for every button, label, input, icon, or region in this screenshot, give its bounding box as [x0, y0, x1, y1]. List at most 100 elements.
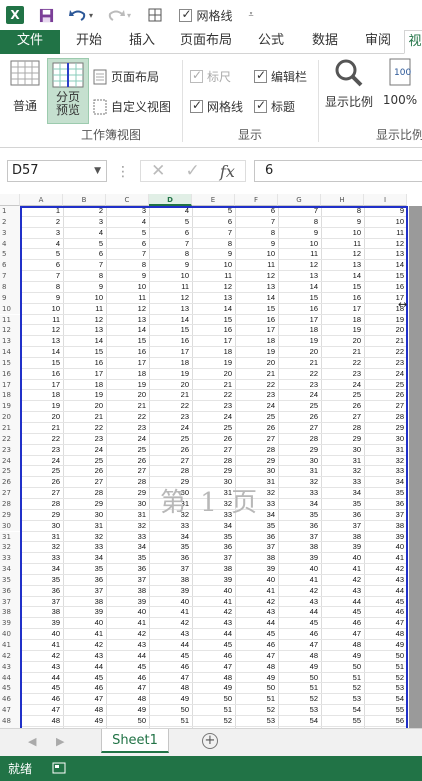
row-header[interactable]: 9 — [0, 292, 20, 304]
tab-page-layout[interactable]: 页面布局 — [170, 30, 242, 54]
tab-review[interactable]: 审阅 — [354, 30, 402, 54]
row-header[interactable]: 21 — [0, 423, 20, 434]
row-header[interactable]: 47 — [0, 705, 20, 716]
row-header[interactable]: 42 — [0, 650, 20, 662]
row-header[interactable]: 31 — [0, 531, 20, 543]
column-header-b[interactable]: B — [63, 194, 106, 206]
column-header-g[interactable]: G — [278, 194, 321, 206]
select-all-corner[interactable] — [0, 194, 20, 206]
gridlines-qat-toggle[interactable]: 网格线 — [176, 5, 236, 25]
row-header[interactable]: 39 — [0, 618, 20, 630]
custom-views-button[interactable]: 自定义视图 — [93, 98, 171, 115]
row-header[interactable]: 27 — [0, 488, 20, 499]
tab-file[interactable]: 文件 — [0, 30, 60, 54]
worksheet-grid[interactable]: ABCDEFGHI 1 1 2 3 4 5 6 7 8 9 2 2 3 4 5 6 7 8 9 10 3 3 4 5 6 7 8 9 1… — [0, 194, 422, 728]
borders-icon[interactable] — [146, 5, 164, 25]
column-header-i[interactable]: I — [364, 194, 407, 206]
column-header-c[interactable]: C — [106, 194, 149, 206]
row-header[interactable]: 10 — [0, 303, 20, 315]
row-header[interactable]: 19 — [0, 401, 20, 413]
macro-record-icon[interactable] — [52, 761, 66, 778]
row-header[interactable]: 32 — [0, 542, 20, 554]
column-header-e[interactable]: E — [192, 194, 235, 206]
row-header[interactable]: 6 — [0, 260, 20, 272]
save-icon[interactable] — [36, 5, 56, 25]
group-zoom-label: 显示比例 — [375, 128, 422, 142]
row-header[interactable]: 24 — [0, 455, 20, 467]
column-header-f[interactable]: F — [235, 194, 278, 206]
quick-access-toolbar: X ▾ ▾ 网格线 ⩡ — [0, 0, 422, 30]
scroll-right-icon[interactable]: ▶ — [56, 735, 64, 748]
row-header[interactable]: 29 — [0, 509, 20, 521]
row-header[interactable]: 16 — [0, 368, 20, 380]
chevron-down-icon[interactable]: ▼ — [94, 161, 101, 181]
tab-home[interactable]: 开始 — [64, 30, 114, 54]
row-header[interactable]: 26 — [0, 477, 20, 489]
row-header[interactable]: 13 — [0, 336, 20, 348]
row-header[interactable]: 12 — [0, 325, 20, 337]
insert-function-icon[interactable]: fx — [220, 162, 235, 181]
zoom-button[interactable]: 显示比例 — [322, 58, 376, 114]
row-header[interactable]: 46 — [0, 694, 20, 706]
row-header[interactable]: 44 — [0, 672, 20, 684]
cancel-icon[interactable]: ✕ — [151, 161, 165, 181]
redo-icon[interactable]: ▾ — [104, 5, 134, 25]
row-header[interactable]: 5 — [0, 249, 20, 261]
enter-icon[interactable]: ✓ — [186, 161, 200, 181]
column-header-a[interactable]: A — [20, 194, 63, 206]
row-header[interactable]: 48 — [0, 715, 20, 727]
row-header[interactable]: 30 — [0, 520, 20, 532]
row-header[interactable]: 45 — [0, 683, 20, 695]
add-sheet-icon[interactable]: + — [202, 733, 218, 749]
row-header[interactable]: 2 — [0, 216, 20, 228]
row-header[interactable]: 33 — [0, 553, 20, 565]
ruler-checkbox[interactable]: 标尺 — [190, 68, 231, 85]
gridlines-checkbox[interactable]: 网格线 — [190, 98, 243, 115]
headings-checkbox[interactable]: 标题 — [254, 98, 295, 115]
row-header[interactable]: 43 — [0, 661, 20, 673]
row-header[interactable]: 18 — [0, 390, 20, 402]
row-header[interactable]: 36 — [0, 585, 20, 597]
row-header[interactable]: 40 — [0, 629, 20, 640]
row-header[interactable]: 3 — [0, 227, 20, 239]
row-header[interactable]: 11 — [0, 314, 20, 326]
row-header[interactable]: 23 — [0, 444, 20, 456]
page-break-preview-button[interactable]: 分页 预览 — [47, 58, 89, 124]
row-header[interactable]: 4 — [0, 238, 20, 250]
undo-icon[interactable]: ▾ — [66, 5, 96, 25]
row-header[interactable]: 1 — [0, 206, 20, 217]
tab-data[interactable]: 数据 — [300, 30, 350, 54]
row-header[interactable]: 25 — [0, 466, 20, 478]
sheet-tab-sheet1[interactable]: Sheet1 — [101, 729, 169, 753]
ribbon-tabs: 文件 开始 插入 页面布局 公式 数据 审阅 视 — [0, 30, 422, 54]
row-header[interactable]: 7 — [0, 271, 20, 282]
row-header[interactable]: 17 — [0, 379, 20, 391]
name-box[interactable]: D57 ▼ — [7, 160, 107, 182]
row-header[interactable]: 38 — [0, 607, 20, 619]
row-header[interactable]: 15 — [0, 357, 20, 369]
tab-insert[interactable]: 插入 — [118, 30, 166, 54]
ribbon: 普通 分页 预览 页面布局 自定义视图 工作簿视图 标尺 编辑栏 网格线 标题 … — [0, 54, 422, 148]
zoom-100-button[interactable]: 100 100% — [380, 58, 420, 114]
row-header[interactable]: 22 — [0, 433, 20, 445]
normal-view-button[interactable]: 普通 — [6, 60, 44, 116]
tab-formulas[interactable]: 公式 — [248, 30, 294, 54]
scroll-left-icon[interactable]: ◀ — [28, 735, 36, 748]
column-header-h[interactable]: H — [321, 194, 364, 206]
row-header[interactable]: 28 — [0, 498, 20, 510]
row-header[interactable]: 35 — [0, 574, 20, 586]
normal-view-icon — [10, 60, 40, 86]
row-header[interactable]: 34 — [0, 564, 20, 575]
row-header[interactable]: 8 — [0, 281, 20, 293]
row-header[interactable]: 20 — [0, 412, 20, 423]
column-header-d[interactable]: D — [149, 194, 192, 206]
formula-input[interactable]: 6 — [254, 160, 422, 182]
customize-qat-icon[interactable]: ⩡ — [244, 5, 258, 25]
page-layout-view-button[interactable]: 页面布局 — [93, 68, 159, 85]
checkbox-icon — [190, 68, 203, 83]
formula-bar-checkbox[interactable]: 编辑栏 — [254, 68, 307, 85]
row-header[interactable]: 14 — [0, 347, 20, 358]
row-header[interactable]: 41 — [0, 640, 20, 651]
tab-view[interactable]: 视 — [404, 30, 422, 54]
row-header[interactable]: 37 — [0, 596, 20, 608]
